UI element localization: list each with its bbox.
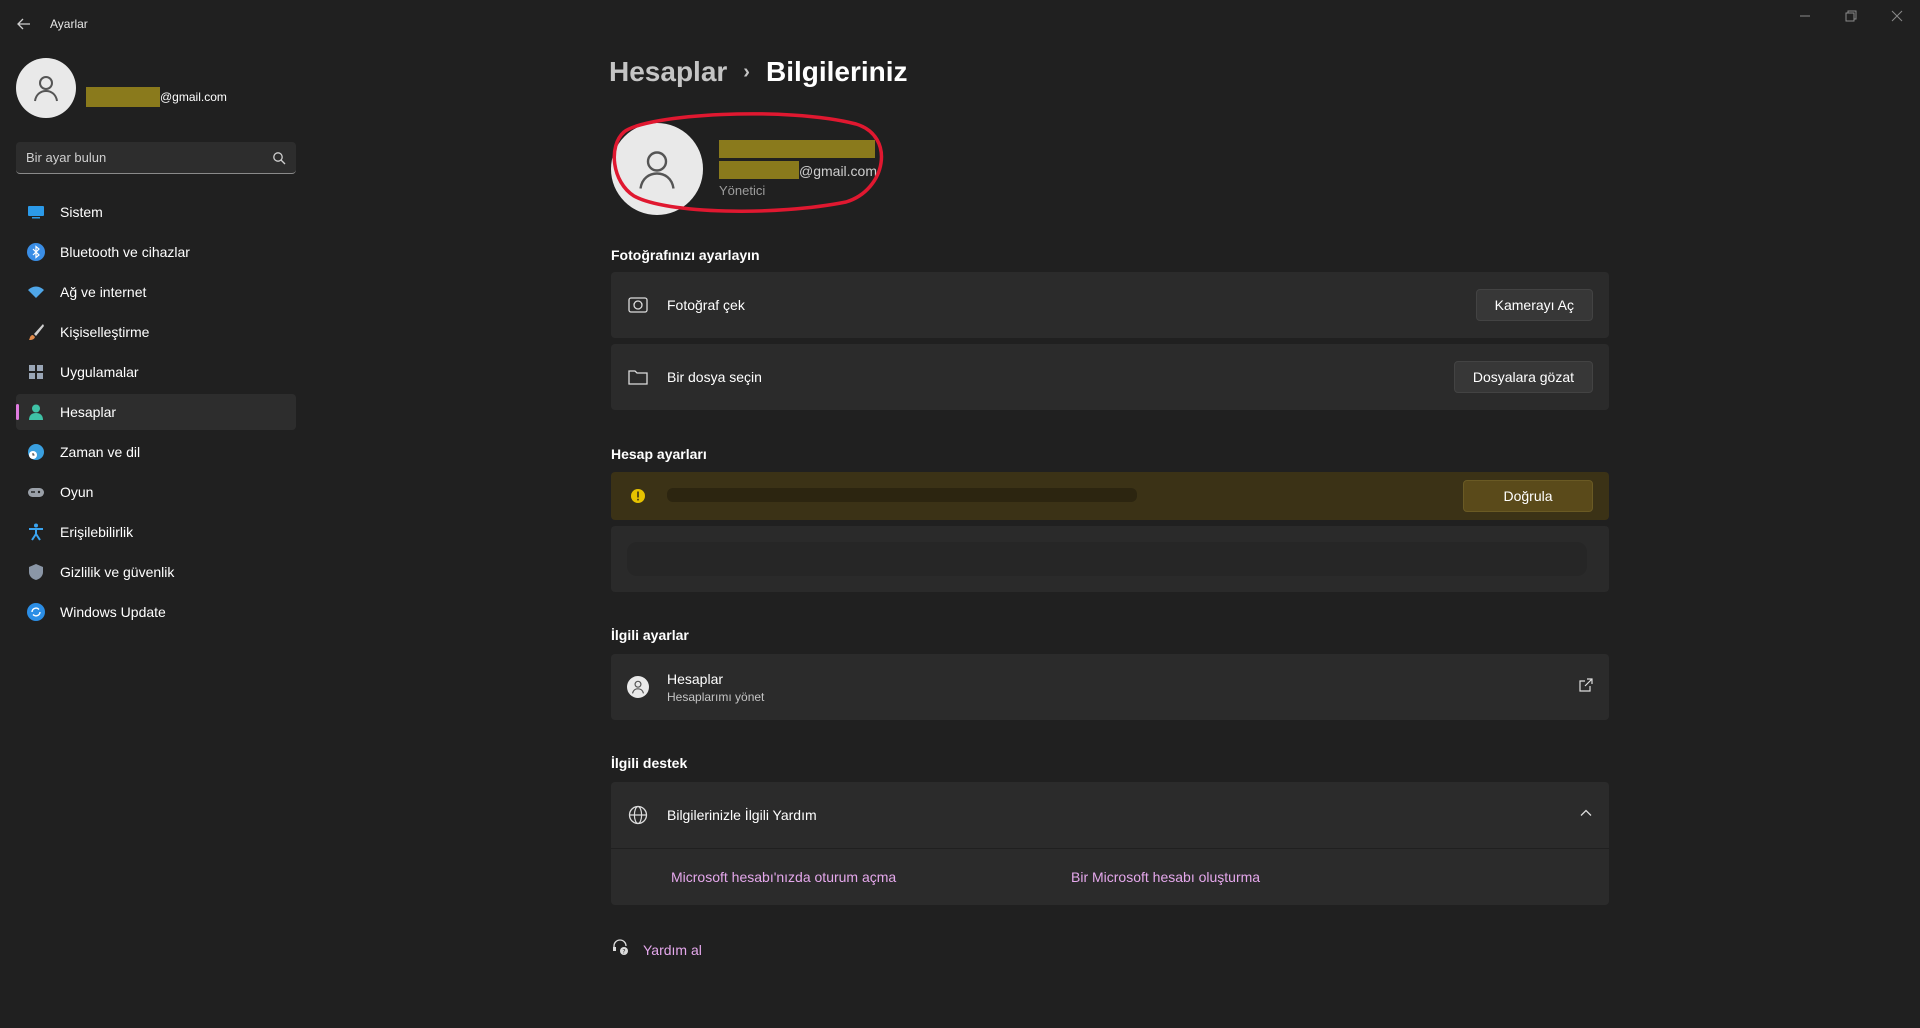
title-bar: Ayarlar [0,0,1920,48]
brush-icon [26,322,46,342]
related-settings-title: İlgili ayarlar [611,627,689,643]
create-account-help-link[interactable]: Bir Microsoft hesabı oluşturma [1071,869,1260,885]
sidebar-item-label: Ağ ve internet [60,284,147,300]
verify-redacted-text [667,487,1463,505]
sidebar-profile[interactable]: @gmail.com [16,58,227,118]
sidebar-item-gizlilik-ve-g-venlik[interactable]: Gizlilik ve güvenlik [16,554,296,590]
browse-files-button[interactable]: Dosyalara gözat [1453,361,1593,393]
redaction-mark [667,487,1137,502]
accounts-link-sub: Hesaplarımı yönet [667,689,765,704]
accounts-link-text: Hesaplar Hesaplarımı yönet [667,671,1579,704]
person-icon [34,76,58,102]
related-support-title: İlgili destek [611,755,688,771]
sidebar-item-oyun[interactable]: Oyun [16,474,296,510]
accessibility-icon [26,522,46,542]
sidebar-item-hesaplar[interactable]: Hesaplar [16,394,296,430]
profile-email-suffix: @gmail.com [160,90,227,104]
page-title: Bilgileriniz [765,56,908,87]
sidebar-item-label: Uygulamalar [60,364,139,380]
minimize-icon[interactable] [1782,0,1828,32]
sidebar-item-bluetooth-ve-cihazlar[interactable]: Bluetooth ve cihazlar [16,234,296,270]
search-input[interactable] [26,150,272,165]
verify-row: Doğrula [611,472,1609,520]
app-title: Ayarlar [50,17,88,31]
user-role: Yönetici [719,183,766,198]
account-icon [26,402,46,422]
sidebar-item-label: Oyun [60,484,94,500]
open-camera-button[interactable]: Kamerayı Aç [1475,289,1593,321]
sidebar-item-zaman-ve-dil[interactable]: Zaman ve dil [16,434,296,470]
get-help-link[interactable]: Yardım al [643,942,702,958]
breadcrumb: Hesaplar › Bilgileriniz [609,56,908,88]
user-avatar [611,123,703,215]
sidebar-item-label: Kişiselleştirme [60,324,150,340]
user-info: @gmail.com Yönetici [719,140,877,198]
maximize-icon[interactable] [1828,0,1874,32]
user-card: @gmail.com Yönetici [611,123,877,215]
take-photo-row: Fotoğraf çek Kamerayı Aç [611,272,1609,338]
sidebar-item-label: Hesaplar [60,404,117,420]
account-circle-icon [627,676,649,698]
user-email-suffix: @gmail.com [799,163,878,179]
gamepad-icon [26,482,46,502]
window-controls [1782,0,1920,32]
sidebar-item-label: Bluetooth ve cihazlar [60,244,190,260]
folder-icon [627,366,649,388]
redaction-mark [719,140,875,158]
sidebar-item-label: Sistem [60,204,103,220]
sidebar-item-label: Zaman ve dil [60,444,141,460]
sidebar-item-eri-ilebilirlik[interactable]: Erişilebilirlik [16,514,296,550]
verify-button[interactable]: Doğrula [1463,480,1593,512]
redacted-row [611,526,1609,592]
redaction-mark [627,542,1587,576]
person-icon [639,151,675,189]
globe-icon [627,804,649,826]
svg-text:?: ? [622,949,625,956]
back-arrow-icon[interactable] [14,14,34,34]
wifi-icon [26,282,46,302]
sidebar-item-a-ve-internet[interactable]: Ağ ve internet [16,274,296,310]
sidebar-item-sistem[interactable]: Sistem [16,194,296,230]
accounts-link-row[interactable]: Hesaplar Hesaplarımı yönet [611,654,1609,720]
search-icon[interactable] [272,151,286,165]
account-settings-title: Hesap ayarları [611,446,707,462]
warning-icon [627,485,649,507]
help-expander-label: Bilgilerinizle İlgili Yardım [667,807,817,823]
help-expander-header[interactable]: Bilgilerinizle İlgili Yardım [611,782,1609,848]
sidebar-item-label: Windows Update [60,604,166,620]
bluetooth-icon [26,242,46,262]
globe-clock-icon [26,442,46,462]
help-links-panel: Microsoft hesabı'nızda oturum açma Bir M… [611,849,1609,905]
close-icon[interactable] [1874,0,1920,32]
profile-email: @gmail.com [86,87,227,107]
choose-file-row: Bir dosya seçin Dosyalara gözat [611,344,1609,410]
sidebar-item-windows-update[interactable]: Windows Update [16,594,296,630]
accounts-link-label: Hesaplar [667,670,724,687]
avatar [16,58,76,118]
take-photo-label: Fotoğraf çek [667,297,745,313]
chevron-up-icon[interactable] [1579,806,1593,825]
shield-icon [26,562,46,582]
redaction-mark [86,87,160,107]
update-icon [26,602,46,622]
sidebar-item-ki-iselle-tirme[interactable]: Kişiselleştirme [16,314,296,350]
help-chat-icon: ? [611,938,629,961]
monitor-icon [26,202,46,222]
breadcrumb-parent[interactable]: Hesaplar [609,56,727,88]
redaction-mark [719,161,799,179]
choose-file-label: Bir dosya seçin [667,369,762,385]
apps-icon [26,362,46,382]
sidebar-nav: Sistem Bluetooth ve cihazlar Ağ ve interne… [16,194,296,634]
open-external-icon[interactable] [1579,677,1593,697]
photo-section-title: Fotoğrafınızı ayarlayın [611,247,760,263]
sign-in-help-link[interactable]: Microsoft hesabı'nızda oturum açma [671,869,1071,885]
sidebar-item-uygulamalar[interactable]: Uygulamalar [16,354,296,390]
sidebar-item-label: Erişilebilirlik [60,524,134,540]
camera-icon [627,294,649,316]
sidebar-item-label: Gizlilik ve güvenlik [60,564,175,580]
get-help[interactable]: ? Yardım al [611,938,702,961]
search-box[interactable] [16,142,296,174]
user-email: @gmail.com [719,161,877,179]
breadcrumb-separator: › [743,60,750,83]
